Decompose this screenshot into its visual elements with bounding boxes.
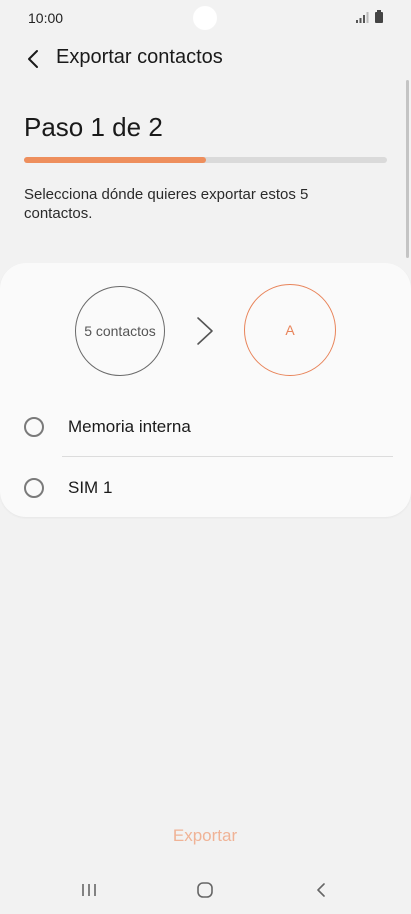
signal-icon bbox=[356, 11, 369, 23]
destination-circle: A bbox=[244, 284, 336, 376]
home-button[interactable] bbox=[190, 878, 220, 902]
status-time: 10:00 bbox=[28, 10, 64, 26]
radio-memoria-interna[interactable] bbox=[24, 417, 44, 437]
front-camera bbox=[193, 6, 217, 30]
back-button[interactable] bbox=[18, 44, 48, 74]
export-button[interactable]: Exportar bbox=[150, 826, 260, 846]
status-icons bbox=[355, 10, 383, 23]
instruction-text: Selecciona dónde quieres exportar estos … bbox=[24, 186, 309, 222]
divider bbox=[62, 456, 393, 457]
progress-fill bbox=[24, 157, 206, 163]
option-label: Memoria interna bbox=[68, 417, 191, 436]
option-label: SIM 1 bbox=[68, 478, 113, 497]
recents-button[interactable] bbox=[74, 878, 104, 902]
chevron-right-icon bbox=[197, 317, 213, 345]
home-icon bbox=[197, 882, 213, 898]
source-label: 5 contactos bbox=[84, 323, 156, 339]
step-label: Paso 1 de 2 bbox=[24, 112, 163, 142]
nav-back-icon bbox=[317, 883, 325, 897]
battery-icon bbox=[375, 10, 383, 23]
scrollbar[interactable] bbox=[406, 80, 409, 258]
option-memoria-interna[interactable]: Memoria interna bbox=[0, 397, 411, 457]
source-circle: 5 contactos bbox=[75, 286, 165, 376]
recents-icon bbox=[82, 884, 96, 896]
progress-bar bbox=[24, 157, 387, 163]
page-title: Exportar contactos bbox=[56, 46, 223, 68]
nav-back-button[interactable] bbox=[306, 878, 336, 902]
destination-label: A bbox=[285, 322, 295, 338]
radio-sim-1[interactable] bbox=[24, 478, 44, 498]
option-sim-1[interactable]: SIM 1 bbox=[0, 458, 411, 518]
back-arrow-icon bbox=[28, 50, 38, 68]
